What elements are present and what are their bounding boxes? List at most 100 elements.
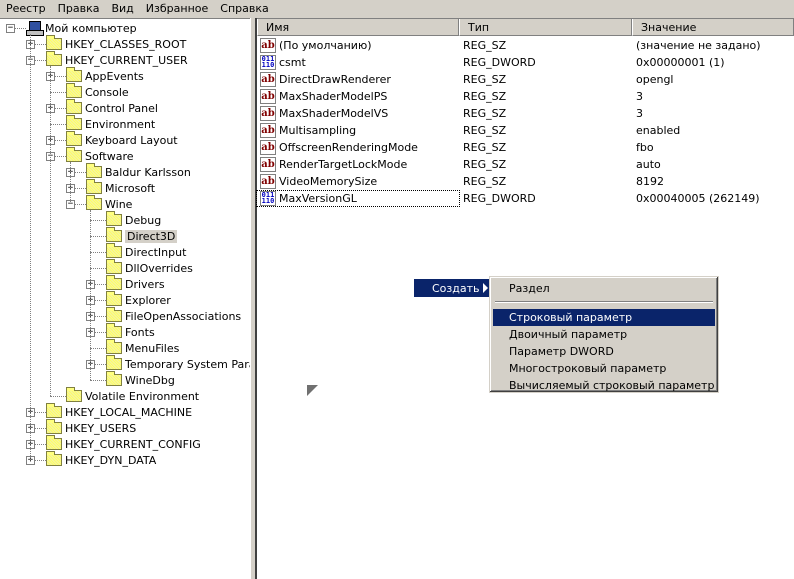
value-name: ab VideoMemorySize <box>257 174 459 189</box>
tree-item[interactable]: DirectInput <box>106 243 187 260</box>
computer-icon <box>26 21 44 36</box>
tree-item[interactable]: HKEY_USERS <box>46 419 136 436</box>
folder-icon <box>106 339 122 354</box>
tree-item-label: DirectInput <box>125 245 187 259</box>
menu-favorites[interactable]: Избранное <box>140 0 214 18</box>
folder-icon <box>66 147 82 162</box>
list-row[interactable]: 011 110 MaxVersionGL REG_DWORD 0x00040005 (2… <box>256 190 794 207</box>
value-data: enabled <box>636 124 681 137</box>
folder-icon <box>106 259 122 274</box>
tree-item[interactable]: Explorer <box>106 291 171 308</box>
tree-item[interactable]: Wine <box>86 195 132 212</box>
tree-item[interactable]: Temporary System Parameters <box>106 355 250 372</box>
folder-icon <box>106 371 122 386</box>
value-data: 0x00000001 (1) <box>636 56 725 69</box>
tree-item[interactable]: MenuFiles <box>106 339 180 356</box>
submenu-item[interactable]: Вычисляемый строковый параметр <box>493 377 715 394</box>
registry-tree[interactable]: − Мой компьютер + HKEY_CLASSES_ROOT − HKEY_CU… <box>0 18 250 579</box>
column-header-value[interactable]: Значение <box>632 19 794 36</box>
tree-item[interactable]: Baldur Karlsson <box>86 163 191 180</box>
folder-icon <box>66 83 82 98</box>
tree-connector <box>90 348 106 349</box>
list-row[interactable]: ab MaxShaderModelVS REG_SZ 3 <box>257 105 794 122</box>
list-row[interactable]: ab DirectDrawRenderer REG_SZ opengl <box>257 71 794 88</box>
folder-icon <box>46 435 62 450</box>
tree-item[interactable]: DllOverrides <box>106 259 193 276</box>
folder-icon <box>46 403 62 418</box>
tree-item[interactable]: Control Panel <box>66 99 158 116</box>
tree-item[interactable]: Microsoft <box>86 179 155 196</box>
tree-item[interactable]: HKEY_LOCAL_MACHINE <box>46 403 192 420</box>
tree-item[interactable]: AppEvents <box>66 67 144 84</box>
submenu-item[interactable]: Многостроковый параметр <box>493 360 715 377</box>
value-data: auto <box>636 158 661 171</box>
folder-icon <box>106 307 122 322</box>
tree-item[interactable]: HKEY_CURRENT_CONFIG <box>46 435 201 452</box>
value-type: REG_DWORD <box>463 56 536 69</box>
list-row[interactable]: ab VideoMemorySize REG_SZ 8192 <box>257 173 794 190</box>
submenu-item[interactable]: Строковый параметр <box>493 309 715 326</box>
folder-icon <box>46 419 62 434</box>
menu-edit[interactable]: Правка <box>52 0 106 18</box>
tree-item[interactable]: Drivers <box>106 275 165 292</box>
list-row[interactable]: ab RenderTargetLockMode REG_SZ auto <box>257 156 794 173</box>
collapse-icon[interactable]: − <box>6 24 15 33</box>
tree-item[interactable]: Volatile Environment <box>66 387 200 404</box>
string-value-icon: ab <box>260 89 276 104</box>
menu-item-create[interactable]: Создать <box>414 279 492 297</box>
tree-item-label: Direct3D <box>125 229 178 243</box>
tree-item[interactable]: Environment <box>66 115 155 132</box>
tree-item[interactable]: Software <box>66 147 134 164</box>
value-name: ab MaxShaderModelPS <box>257 89 459 104</box>
tree-item[interactable]: Keyboard Layout <box>66 131 178 148</box>
list-row[interactable]: ab (По умолчанию) REG_SZ (значение не задан… <box>257 37 794 54</box>
value-name-label: OffscreenRenderingMode <box>279 141 418 154</box>
tree-item-label: Explorer <box>125 293 171 307</box>
tree-item[interactable]: HKEY_CURRENT_USER <box>46 51 188 68</box>
tree-item-label: Volatile Environment <box>85 389 200 403</box>
menu-label: Вид <box>111 2 134 15</box>
submenu-item[interactable]: Двоичный параметр <box>493 326 715 343</box>
tree-item-label: Software <box>85 149 134 163</box>
value-name-label: Multisampling <box>279 124 357 137</box>
list-row[interactable]: ab OffscreenRenderingMode REG_SZ fbo <box>257 139 794 156</box>
tree-connector <box>30 34 31 460</box>
pane-splitter[interactable] <box>250 18 257 579</box>
tree-item-label: AppEvents <box>85 69 144 83</box>
tree-item[interactable]: Debug <box>106 211 161 228</box>
tree-item[interactable]: HKEY_CLASSES_ROOT <box>46 35 186 52</box>
list-row[interactable]: ab MaxShaderModelPS REG_SZ 3 <box>257 88 794 105</box>
tree-item-label: HKEY_CURRENT_CONFIG <box>65 437 201 451</box>
tree-connector <box>50 92 66 93</box>
tree-item-label: WineDbg <box>125 373 175 387</box>
binary-value-icon: 011 110 <box>260 191 276 206</box>
tree-item[interactable]: HKEY_DYN_DATA <box>46 451 156 468</box>
value-type: REG_SZ <box>463 39 507 52</box>
menu-registry[interactable]: Реестр <box>0 0 52 18</box>
submenu-item[interactable]: Раздел <box>493 280 715 297</box>
list-row[interactable]: 011 110 csmt REG_DWORD 0x00000001 (1) <box>257 54 794 71</box>
value-name: ab RenderTargetLockMode <box>257 157 459 172</box>
column-header-type[interactable]: Тип <box>459 19 632 36</box>
value-name: ab DirectDrawRenderer <box>257 72 459 87</box>
value-type: REG_SZ <box>463 73 507 86</box>
list-row[interactable]: ab Multisampling REG_SZ enabled <box>257 122 794 139</box>
tree-connector <box>90 268 106 269</box>
tree-item-label: Console <box>85 85 129 99</box>
column-header-name[interactable]: Имя <box>257 19 459 36</box>
folder-icon <box>106 355 122 370</box>
tree-item[interactable]: Console <box>66 83 129 100</box>
tree-item-label: MenuFiles <box>125 341 180 355</box>
menu-view[interactable]: Вид <box>105 0 139 18</box>
tree-item[interactable]: FileOpenAssociations <box>106 307 241 324</box>
folder-icon <box>106 243 122 258</box>
tree-item[interactable]: WineDbg <box>106 371 175 388</box>
submenu-item[interactable]: Параметр DWORD <box>493 343 715 360</box>
value-type: REG_DWORD <box>463 192 536 205</box>
tree-item[interactable]: Fonts <box>106 323 155 340</box>
menu-help[interactable]: Справка <box>214 0 274 18</box>
tree-connector <box>90 220 106 221</box>
tree-item-label: Baldur Karlsson <box>105 165 191 179</box>
tree-item[interactable]: Direct3D <box>106 227 178 244</box>
tree-item[interactable]: Мой компьютер <box>26 20 137 36</box>
